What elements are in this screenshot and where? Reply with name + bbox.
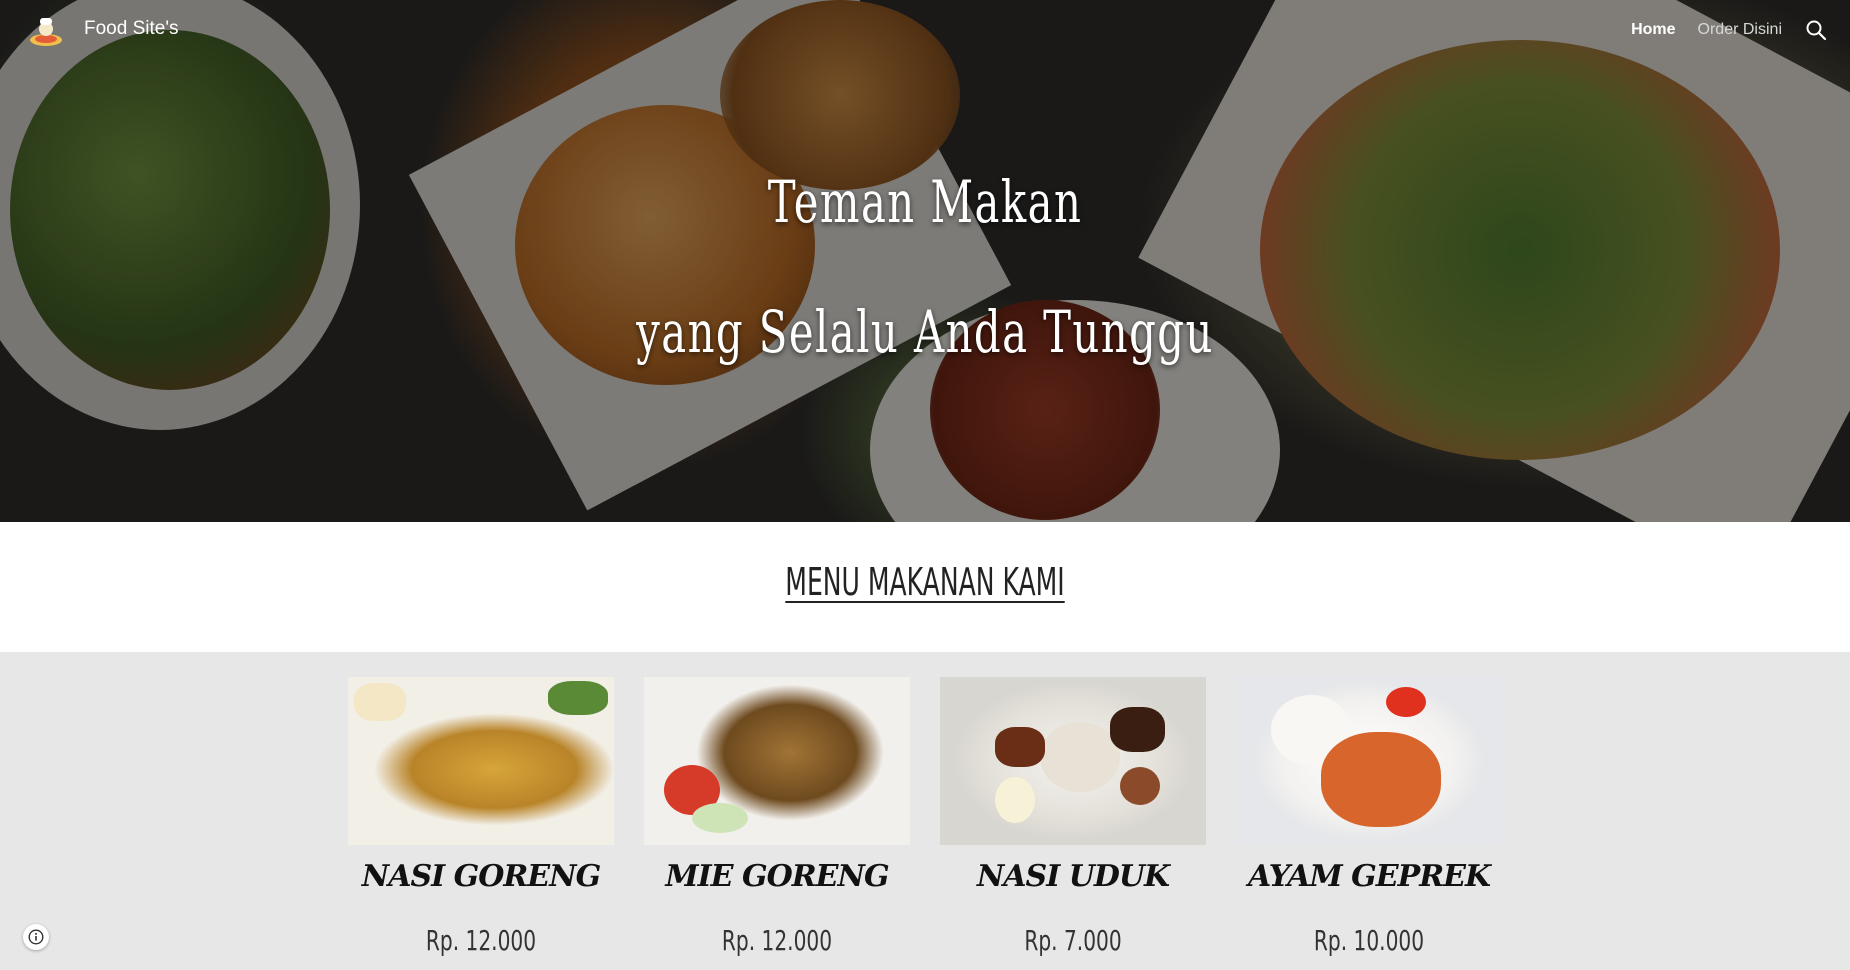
top-navigation-bar: Food Site's Home Order Disini — [0, 0, 1850, 60]
mie-goreng-image — [644, 677, 910, 845]
menu-heading-section: MENU MAKANAN KAMI — [0, 522, 1850, 652]
nasi-uduk-image — [940, 677, 1206, 845]
nav-order-disini[interactable]: Order Disini — [1698, 21, 1782, 39]
nav-home[interactable]: Home — [1631, 21, 1675, 39]
menu-item-price: Rp. 7.000 — [1024, 924, 1122, 957]
menu-heading: MENU MAKANAN KAMI — [785, 560, 1065, 604]
menu-item-price: Rp. 12.000 — [425, 924, 537, 957]
menu-item-name: MIE GORENG — [665, 859, 889, 894]
main-nav: Home Order Disini — [1631, 0, 1850, 60]
menu-card-mie-goreng[interactable]: MIE GORENG Rp. 12.000 — [644, 677, 910, 957]
hero-overlay — [0, 0, 1850, 522]
hero-title-line2: yang Selalu Anda Tunggu — [636, 298, 1214, 366]
nasi-goreng-image — [348, 677, 614, 845]
hero-title-line1: Teman Makan — [767, 168, 1083, 236]
menu-item-name: AYAM GEPREK — [1247, 859, 1491, 894]
menu-card-nasi-uduk[interactable]: NASI UDUK Rp. 7.000 — [940, 677, 1206, 957]
menu-card-nasi-goreng[interactable]: NASI GORENG Rp. 12.000 — [348, 677, 614, 957]
info-icon[interactable] — [23, 924, 49, 950]
info-glyph-icon — [28, 929, 44, 945]
menu-grid: NASI GORENG Rp. 12.000 MIE GORENG Rp. 12… — [0, 652, 1850, 970]
menu-item-price: Rp. 10.000 — [1313, 924, 1425, 957]
chef-logo-icon[interactable] — [28, 14, 64, 48]
menu-item-name: NASI GORENG — [361, 859, 601, 894]
site-title[interactable]: Food Site's — [84, 18, 178, 40]
search-icon[interactable] — [1804, 18, 1828, 42]
menu-item-name: NASI UDUK — [976, 859, 1170, 894]
menu-card-ayam-geprek[interactable]: AYAM GEPREK Rp. 10.000 — [1236, 677, 1502, 957]
ayam-geprek-image — [1236, 677, 1502, 845]
menu-item-price: Rp. 12.000 — [721, 924, 833, 957]
hero-banner: Food Site's Home Order Disini Teman Maka… — [0, 0, 1850, 522]
